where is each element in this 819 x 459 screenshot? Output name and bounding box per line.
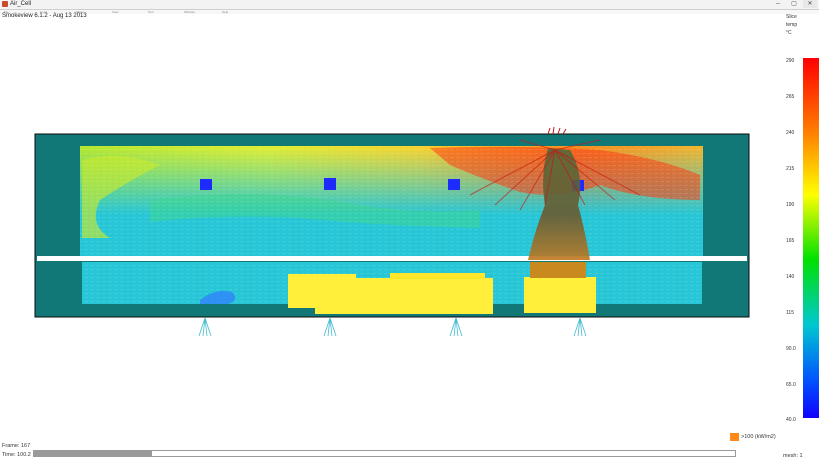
colorbar-label-slice: Slice	[786, 14, 797, 20]
equipment-block-top-strip	[390, 273, 485, 279]
fire-base	[530, 262, 586, 278]
colorbar-tick: 290	[786, 58, 795, 64]
ceiling-vent-1	[200, 179, 212, 190]
colorbar-tick: 90.0	[786, 346, 796, 352]
simulation-view[interactable]	[0, 0, 819, 459]
time-slider-fill	[34, 451, 152, 456]
time-readout: Time: 100.2	[2, 452, 31, 458]
floor-plate	[37, 256, 747, 261]
nozzle-4	[573, 317, 587, 337]
colorbar-tick: 215	[786, 166, 795, 172]
hrr-legend-swatch	[730, 433, 739, 441]
colorbar-tick: 40.0	[786, 417, 796, 423]
plume-top-tuft	[547, 126, 567, 135]
hrr-legend-label: >100 (kW/m2)	[741, 434, 776, 440]
mesh-label: mesh: 1	[783, 453, 803, 459]
colorbar-tick: 140	[786, 274, 795, 280]
colorbar-tick: 190	[786, 202, 795, 208]
time-slider[interactable]	[33, 450, 736, 457]
colorbar-tick: 265	[786, 94, 795, 100]
colorbar	[803, 58, 819, 418]
colorbar-tick: 165	[786, 238, 795, 244]
frame-counter: Frame: 167	[2, 443, 31, 449]
ceiling-vent-3	[448, 179, 460, 190]
colorbar-label-unit: °C	[786, 30, 792, 36]
colorbar-tick: 65.0	[786, 382, 796, 388]
ceiling-vent-2	[324, 178, 336, 190]
upper-arrow-texture	[80, 146, 703, 256]
nozzle-3	[449, 317, 463, 337]
colorbar-tick: 240	[786, 130, 795, 136]
colorbar-tick: 115	[786, 310, 794, 316]
nozzle-1	[198, 317, 212, 337]
nozzle-2	[323, 317, 337, 337]
equipment-block-right	[524, 277, 596, 313]
colorbar-label-quantity: temp	[786, 22, 798, 28]
equipment-block-center	[315, 278, 493, 314]
